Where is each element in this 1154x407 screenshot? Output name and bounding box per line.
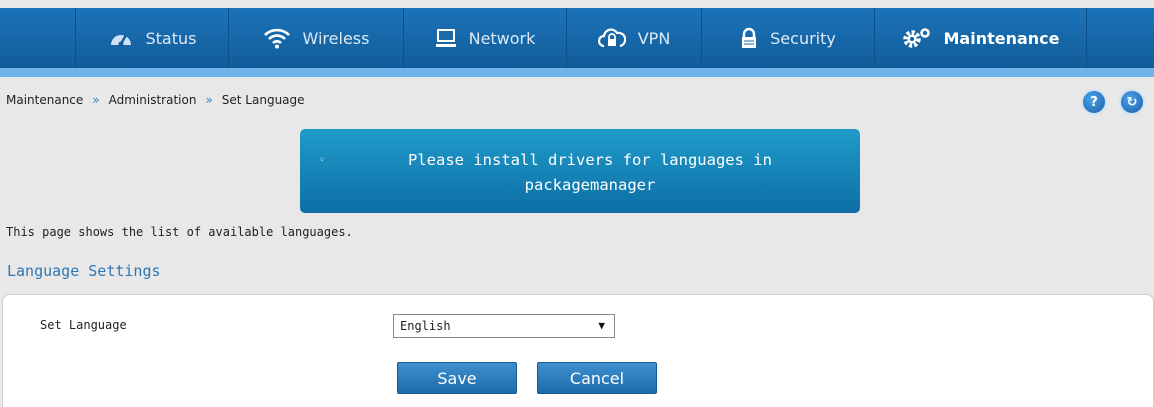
monitor-icon (435, 28, 457, 48)
breadcrumb-set-language: Set Language (221, 93, 305, 107)
notice-message: Please install drivers for languages in … (408, 151, 772, 194)
breadcrumb-separator: » (92, 93, 100, 107)
nav-tab-status[interactable]: Status (75, 8, 228, 68)
cloud-lock-icon (597, 27, 626, 49)
refresh-icon: ↻ (1126, 94, 1138, 110)
nav-tab-label: Network (468, 28, 536, 48)
section-title: Language Settings (7, 262, 161, 280)
nav-tab-maintenance[interactable]: Maintenance (874, 8, 1086, 68)
nav-underline (0, 68, 1154, 77)
page-description: This page shows the list of available la… (6, 225, 353, 239)
nav-tab-label: Wireless (302, 28, 370, 48)
set-language-label: Set Language (40, 318, 127, 332)
breadcrumb-administration[interactable]: Administration (109, 93, 197, 107)
language-select-value: English (400, 319, 451, 333)
breadcrumb-maintenance[interactable]: Maintenance (6, 93, 83, 107)
help-button[interactable]: ? (1081, 89, 1107, 115)
top-navigation: Status Wireless Network VPN Security Mai… (0, 8, 1154, 77)
refresh-button[interactable]: ↻ (1119, 89, 1145, 115)
notice-bullet: ◦ (319, 155, 325, 166)
nav-tab-label: Security (770, 28, 836, 48)
nav-tab-vpn[interactable]: VPN (566, 8, 701, 68)
nav-tab-network[interactable]: Network (403, 8, 566, 68)
chevron-down-icon: ▼ (598, 319, 605, 332)
breadcrumb-separator: » (205, 93, 213, 107)
nav-tab-security[interactable]: Security (701, 8, 874, 68)
nav-tab-wireless[interactable]: Wireless (228, 8, 403, 68)
gauge-icon (108, 28, 134, 48)
wifi-icon (263, 27, 291, 49)
nav-tab-label: Maintenance (943, 28, 1060, 48)
nav-tab-label: Status (145, 28, 197, 48)
nav-divider (1086, 8, 1087, 68)
breadcrumb: Maintenance » Administration » Set Langu… (6, 93, 305, 107)
lock-icon (740, 27, 758, 49)
cancel-button[interactable]: Cancel (537, 362, 657, 394)
help-icon: ? (1090, 94, 1098, 110)
gears-icon (901, 27, 931, 49)
notice-banner: ◦ Please install drivers for languages i… (300, 129, 860, 213)
language-select[interactable]: English ▼ (393, 314, 615, 338)
save-button[interactable]: Save (397, 362, 517, 394)
nav-tab-label: VPN (637, 28, 671, 48)
